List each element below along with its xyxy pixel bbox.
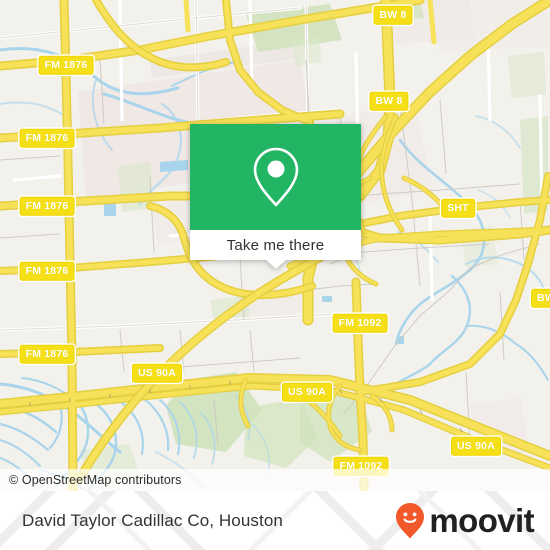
road-shield: SHT — [441, 198, 475, 218]
location-pin-icon — [253, 147, 298, 207]
card-pointer-tail — [265, 260, 286, 269]
map-screenshot: BW 8 FM 1876 BW 8 FM 1876 FM 1876 SHT FM 1876 B… — [0, 0, 550, 550]
moovit-logo[interactable]: moovit — [395, 491, 535, 550]
take-me-there-button[interactable]: Take me there — [190, 230, 361, 269]
road-shield: FM 1876 — [19, 196, 75, 216]
road-shield: FM 1092 — [332, 313, 388, 333]
road-shield: US 90A — [451, 436, 501, 456]
moovit-smiley-pin-icon — [396, 502, 425, 538]
location-title: David Taylor Cadillac Co, Houston — [22, 510, 283, 530]
take-me-there-label: Take me there — [226, 236, 325, 254]
road-shield: FM 1876 — [38, 55, 94, 75]
location-marker-card[interactable]: Take me there — [190, 124, 361, 269]
road-shield: FM 1876 — [19, 261, 75, 281]
road-shield: US 90A — [132, 363, 182, 383]
osm-attribution-text: © OpenStreetMap contributors — [9, 473, 182, 487]
osm-attribution[interactable]: © OpenStreetMap contributors — [0, 469, 550, 491]
road-shield: BW — [531, 288, 550, 308]
road-shield: BW 8 — [373, 5, 413, 25]
footer-bar: David Taylor Cadillac Co, Houston moovit — [0, 491, 550, 550]
road-shield: FM 1876 — [19, 128, 75, 148]
marker-card-top — [190, 124, 361, 230]
moovit-wordmark: moovit — [429, 502, 534, 539]
road-shield: FM 1876 — [19, 344, 75, 364]
road-shield: BW 8 — [369, 91, 409, 111]
road-shield: US 90A — [282, 382, 332, 402]
